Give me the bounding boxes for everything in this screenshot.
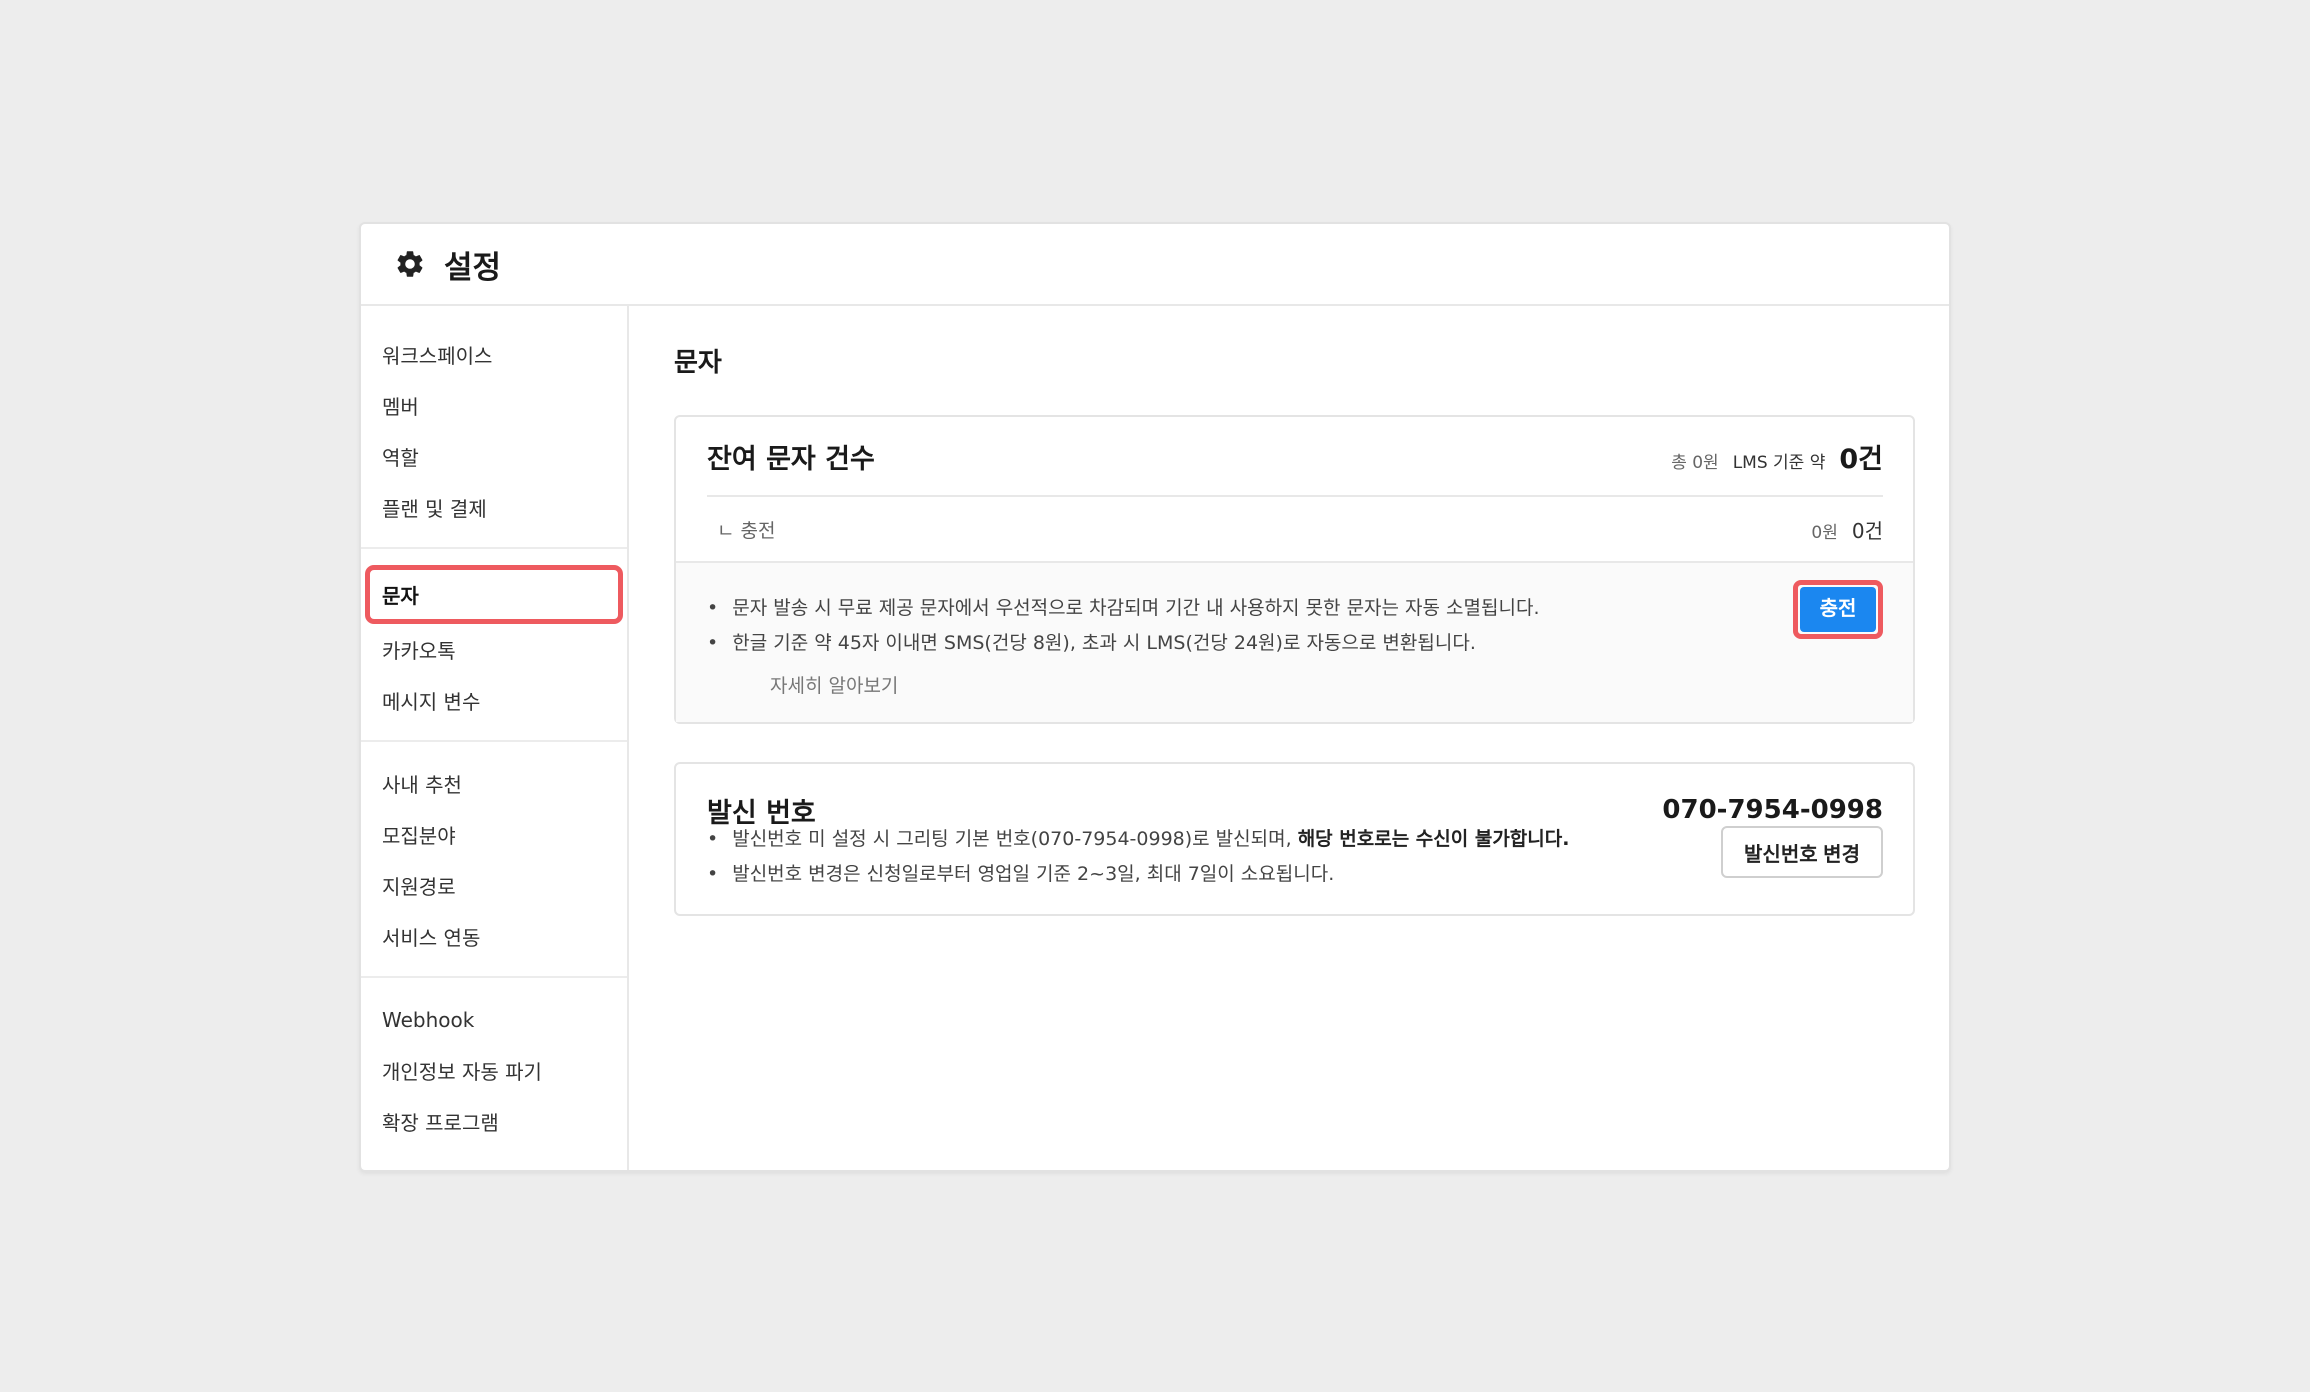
sender-number: 070-7954-0998 — [1662, 795, 1883, 825]
sidebar-group-advanced: Webhook 개인정보 자동 파기 확장 프로그램 — [361, 994, 627, 1161]
sms-note: 문자 발송 시 무료 제공 문자에서 우선적으로 차감되며 기간 내 사용하지 … — [707, 591, 1883, 626]
remaining-title: 잔여 문자 건수 — [707, 443, 875, 475]
sidebar-item-kakaotalk[interactable]: 카카오톡 — [365, 624, 623, 675]
charge-row: ㄴ 충전 0원 0건 — [707, 495, 1883, 561]
remaining-summary: 총 0원 LMS 기준 약 0건 — [1671, 437, 1883, 476]
sidebar-group-messaging: 문자 카카오톡 메시지 변수 — [361, 565, 627, 742]
sidebar-item-plan-billing[interactable]: 플랜 및 결제 — [365, 482, 623, 533]
sidebar-item-sms[interactable]: 문자 — [365, 565, 623, 624]
sms-note: 한글 기준 약 45자 이내면 SMS(건당 8원), 초과 시 LMS(건당 … — [707, 626, 1883, 661]
charge-button[interactable]: 충전 — [1793, 580, 1883, 639]
sidebar-group-recruiting: 사내 추천 모집분야 지원경로 서비스 연동 — [361, 758, 627, 978]
sender-number-card: 발신 번호 070-7954-0998 발신번호 미 설정 시 그리팅 기본 번… — [674, 762, 1915, 916]
sidebar-group-general: 워크스페이스 멤버 역할 플랜 및 결제 — [361, 329, 627, 549]
lms-basis-label: LMS 기준 약 — [1732, 452, 1826, 473]
charge-amount: 0원 — [1811, 522, 1838, 543]
sender-note: 발신번호 미 설정 시 그리팅 기본 번호(070-7954-0998)로 발신… — [707, 822, 1569, 857]
sms-notes: 문자 발송 시 무료 제공 문자에서 우선적으로 차감되며 기간 내 사용하지 … — [707, 591, 1883, 661]
remaining-header: 잔여 문자 건수 총 0원 LMS 기준 약 0건 — [676, 417, 1913, 495]
learn-more-link[interactable]: 자세히 알아보기 — [770, 671, 1883, 698]
sms-info-area: 문자 발송 시 무료 제공 문자에서 우선적으로 차감되며 기간 내 사용하지 … — [676, 561, 1913, 722]
sidebar-item-members[interactable]: 멤버 — [365, 380, 623, 431]
charge-button-label: 충전 — [1800, 587, 1876, 632]
sidebar-item-roles[interactable]: 역할 — [365, 431, 623, 482]
sender-note-emphasis: 해당 번호로는 수신이 불가합니다. — [1297, 828, 1570, 850]
sidebar-item-webhook[interactable]: Webhook — [365, 994, 623, 1045]
total-count: 0건 — [1839, 443, 1883, 475]
charge-summary: 0원 0건 — [1811, 515, 1883, 544]
sender-note-text: 발신번호 미 설정 시 그리팅 기본 번호(070-7954-0998)로 발신… — [732, 828, 1298, 850]
total-amount: 총 0원 — [1671, 452, 1719, 473]
sidebar-item-job-fields[interactable]: 모집분야 — [365, 809, 623, 860]
settings-sidebar: 워크스페이스 멤버 역할 플랜 및 결제 문자 카카오톡 메시지 변수 사내 추… — [361, 306, 629, 1170]
sidebar-item-workspace[interactable]: 워크스페이스 — [365, 329, 623, 380]
main-content: 문자 잔여 문자 건수 총 0원 LMS 기준 약 0건 ㄴ 충전 0원 0건 — [629, 306, 1949, 1170]
remaining-sms-card: 잔여 문자 건수 총 0원 LMS 기준 약 0건 ㄴ 충전 0원 0건 • 문… — [674, 415, 1915, 724]
sidebar-item-referral[interactable]: 사내 추천 — [365, 758, 623, 809]
page-heading: 설정 — [444, 249, 502, 286]
window-header: 설정 — [361, 224, 1949, 306]
sidebar-item-integrations[interactable]: 서비스 연동 — [365, 911, 623, 962]
sender-notes: 발신번호 미 설정 시 그리팅 기본 번호(070-7954-0998)로 발신… — [707, 822, 1569, 892]
settings-window: 설정 워크스페이스 멤버 역할 플랜 및 결제 문자 카카오톡 메시지 변수 사… — [359, 222, 1951, 1172]
sidebar-item-extensions[interactable]: 확장 프로그램 — [365, 1096, 623, 1147]
sender-note: 발신번호 변경은 신청일로부터 영업일 기준 2~3일, 최대 7일이 소요됩니… — [707, 857, 1569, 892]
change-sender-button[interactable]: 발신번호 변경 — [1721, 826, 1883, 878]
sidebar-item-privacy-auto-delete[interactable]: 개인정보 자동 파기 — [365, 1045, 623, 1096]
gear-icon — [394, 247, 428, 281]
sender-body: 발신번호 미 설정 시 그리팅 기본 번호(070-7954-0998)로 발신… — [676, 826, 1913, 914]
sidebar-item-sources[interactable]: 지원경로 — [365, 860, 623, 911]
charge-count: 0건 — [1851, 518, 1883, 543]
charge-label: ㄴ 충전 — [717, 519, 776, 542]
sidebar-item-message-variables[interactable]: 메시지 변수 — [365, 675, 623, 726]
section-title: 문자 — [674, 348, 722, 378]
